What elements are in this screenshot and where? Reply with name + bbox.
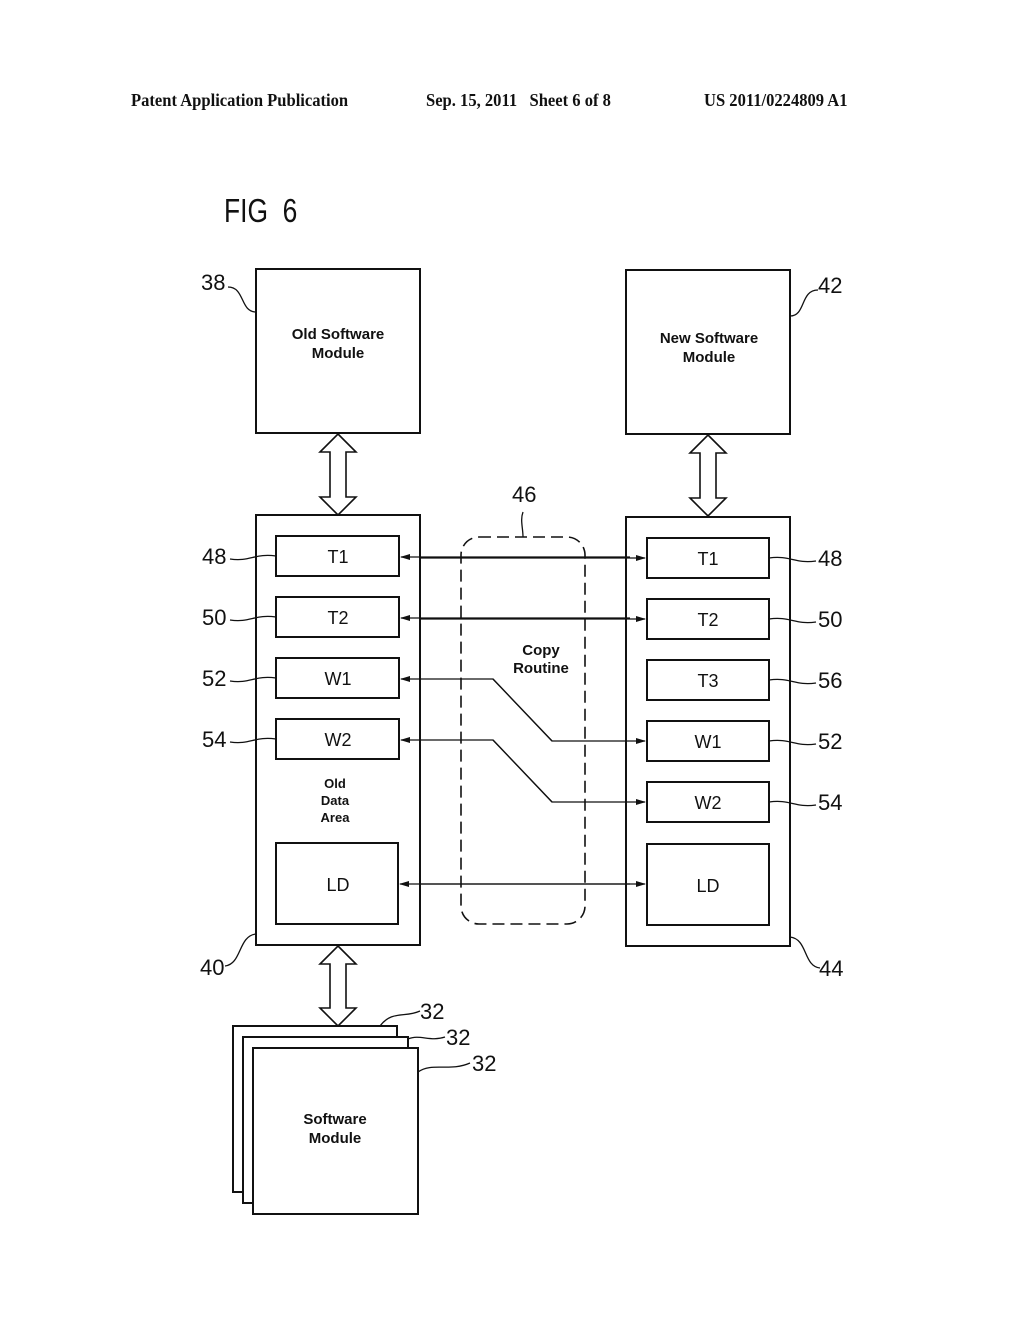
ref-46: 46 — [512, 482, 536, 507]
ref-leader-42 — [789, 289, 819, 317]
ref-leader-50-right — [768, 617, 817, 624]
old-data-area-label-3: Area — [321, 810, 351, 825]
conn-w2-new — [492, 739, 646, 805]
ref-leader-32-b — [407, 1036, 446, 1040]
ref-leader-46 — [521, 511, 524, 538]
ref-leader-52-right — [768, 739, 817, 746]
ref-52-left: 52 — [202, 666, 226, 691]
ref-56-right: 56 — [818, 668, 842, 693]
old-cell-w2-label: W2 — [325, 730, 352, 750]
ref-44: 44 — [819, 956, 843, 981]
new-cell-t1-label: T1 — [697, 549, 718, 569]
new-cell-t2-label: T2 — [697, 610, 718, 630]
new-software-module-label-2: Module — [683, 349, 736, 366]
software-module-label-2: Module — [309, 1130, 362, 1147]
new-cell-w1-label: W1 — [695, 732, 722, 752]
double-arrow-new-module — [688, 433, 728, 518]
ref-38: 38 — [201, 270, 225, 295]
ref-leader-38 — [227, 286, 257, 313]
ref-40: 40 — [200, 955, 224, 980]
ref-48-left: 48 — [202, 544, 226, 569]
old-cell-t2-label: T2 — [327, 608, 348, 628]
copy-routine-label-1: Copy — [522, 642, 560, 659]
old-data-area-label-2: Data — [321, 793, 350, 808]
double-arrow-old-module — [318, 432, 358, 517]
new-software-module-label-1: New Software — [660, 330, 758, 347]
old-software-module-label-1: Old Software — [292, 326, 385, 343]
new-cell-ld-label: LD — [696, 876, 719, 896]
ref-48-right: 48 — [818, 546, 842, 571]
ref-54-right: 54 — [818, 790, 842, 815]
double-arrow-software-module — [318, 944, 358, 1028]
copy-routine-box — [460, 536, 586, 925]
ref-leader-54-right — [768, 800, 817, 807]
figure-diagram: Old Software Module New Software Module … — [200, 268, 843, 1215]
ref-leader-48-left — [229, 554, 277, 561]
ref-52-right: 52 — [818, 729, 842, 754]
ref-32-a: 32 — [420, 999, 444, 1024]
ref-32-b: 32 — [446, 1025, 470, 1050]
ref-leader-54-left — [229, 737, 277, 744]
old-cell-ld-label: LD — [326, 875, 349, 895]
ref-leader-52-left — [229, 676, 277, 683]
ref-leader-32-c — [417, 1062, 471, 1073]
conn-w1-old — [400, 676, 553, 742]
ref-42: 42 — [818, 273, 842, 298]
ref-leader-50-left — [229, 615, 277, 622]
ref-leader-48-right — [768, 556, 817, 563]
ref-54-left: 54 — [202, 727, 226, 752]
software-module-label-1: Software — [303, 1111, 366, 1128]
old-data-area-label-1: Old — [324, 776, 346, 791]
conn-w1-new — [492, 678, 646, 744]
new-cell-w2-label: W2 — [695, 793, 722, 813]
ref-50-right: 50 — [818, 607, 842, 632]
ref-leader-32-a — [379, 1010, 421, 1027]
ref-leader-44 — [789, 936, 821, 969]
conn-w2-old — [400, 737, 553, 803]
old-software-module-label-2: Module — [312, 345, 365, 362]
ref-leader-56-right — [768, 678, 817, 685]
new-cell-t3-label: T3 — [697, 671, 718, 691]
old-cell-w1-label: W1 — [325, 669, 352, 689]
ref-32-c: 32 — [472, 1051, 496, 1076]
copy-routine-label-2: Routine — [513, 660, 569, 677]
old-cell-t1-label: T1 — [327, 547, 348, 567]
ref-leader-40 — [224, 933, 257, 967]
ref-50-left: 50 — [202, 605, 226, 630]
